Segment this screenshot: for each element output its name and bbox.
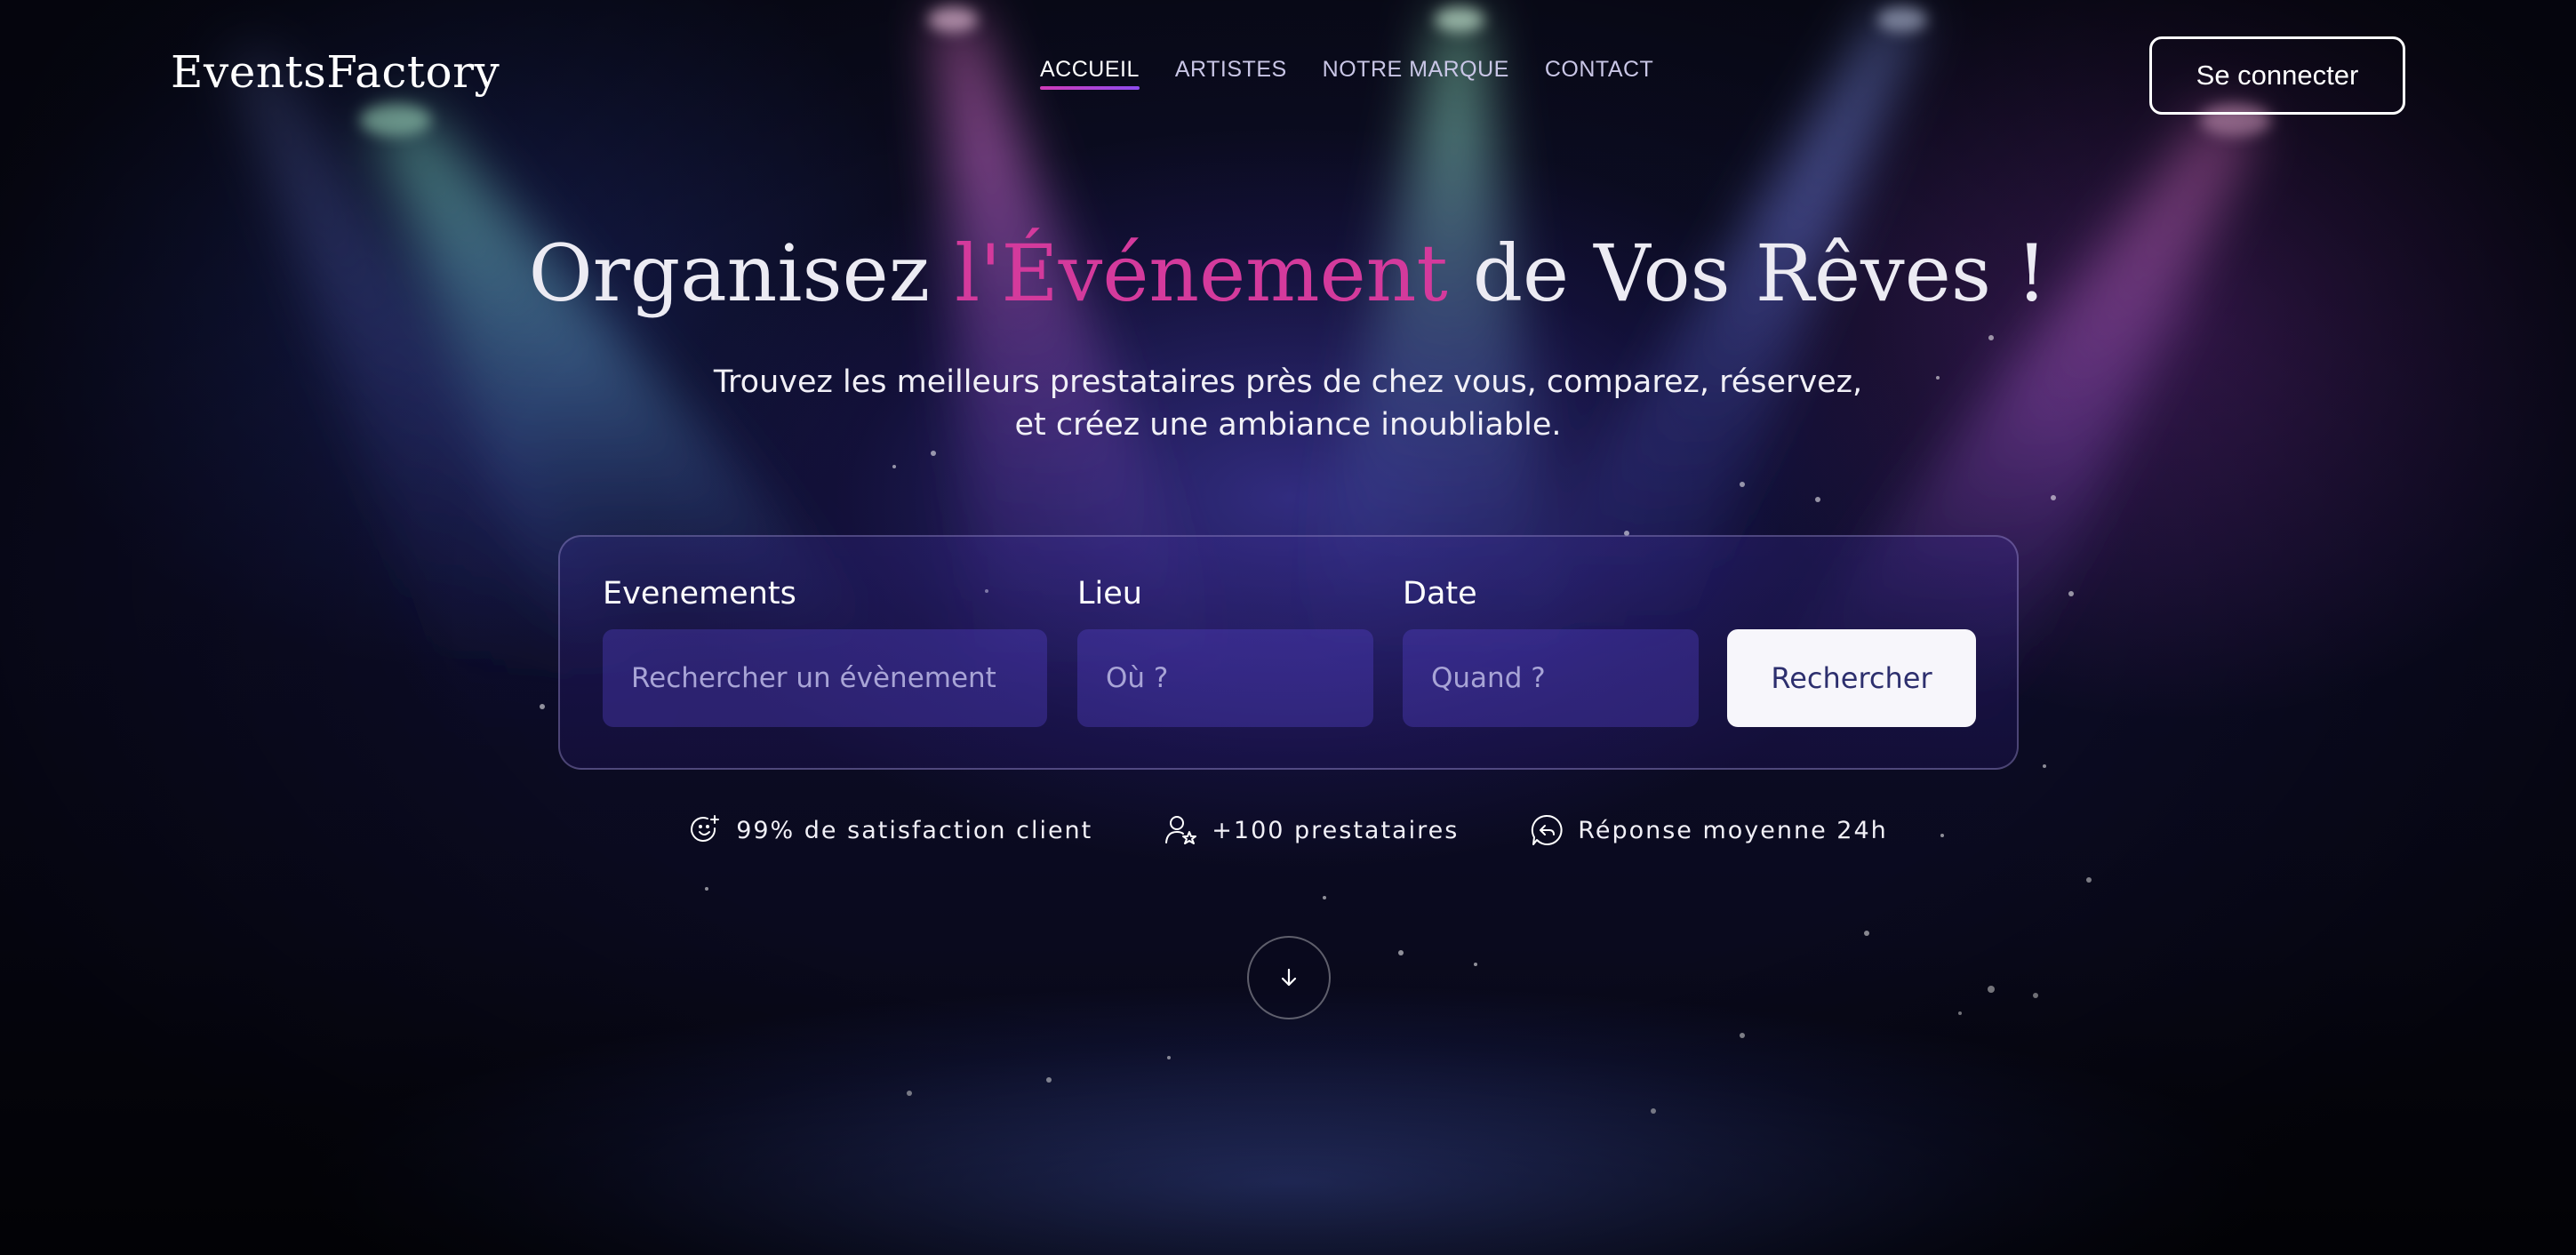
hero-subtitle-line2: et créez une ambiance inoubliable. bbox=[1014, 407, 1562, 443]
scroll-down-button[interactable] bbox=[1247, 936, 1331, 1019]
login-button[interactable]: Se connecter bbox=[2149, 36, 2405, 115]
nav-item-notre-marque[interactable]: NOTRE MARQUE bbox=[1323, 57, 1509, 90]
hero-title-part2: de Vos Rêves ! bbox=[1447, 228, 2048, 319]
date-input[interactable] bbox=[1403, 629, 1699, 727]
nav-item-artistes[interactable]: ARTISTES bbox=[1175, 57, 1287, 90]
arrow-down-icon bbox=[1281, 968, 1297, 987]
brand-logo[interactable]: EventsFactory bbox=[171, 46, 500, 98]
event-search-input[interactable] bbox=[603, 629, 1047, 727]
main-nav: ACCUEIL ARTISTES NOTRE MARQUE CONTACT bbox=[1040, 57, 1653, 90]
date-field-label: Date bbox=[1403, 576, 1477, 612]
stat-satisfaction-text: 99% de satisfaction client bbox=[736, 816, 1093, 844]
stat-response: Réponse moyenne 24h bbox=[1530, 812, 1888, 848]
smile-plus-icon bbox=[691, 815, 720, 842]
search-button[interactable]: Rechercher bbox=[1727, 629, 1976, 727]
hero-title-accent: l'Événement bbox=[955, 228, 1448, 319]
nav-item-accueil[interactable]: ACCUEIL bbox=[1040, 57, 1140, 90]
hero-subtitle-line1: Trouvez les meilleurs prestataires près … bbox=[713, 364, 1863, 400]
place-field-label: Lieu bbox=[1077, 576, 1142, 612]
hero-title-part1: Organisez bbox=[528, 228, 956, 319]
reply-bubble-icon bbox=[1532, 814, 1563, 845]
hero-title: Organisez l'Événement de Vos Rêves ! bbox=[0, 228, 2576, 319]
stat-response-text: Réponse moyenne 24h bbox=[1578, 816, 1888, 844]
stat-providers-text: +100 prestataires bbox=[1212, 816, 1460, 844]
hero-subtitle: Trouvez les meilleurs prestataires près … bbox=[0, 361, 2576, 446]
nav-item-contact[interactable]: CONTACT bbox=[1545, 57, 1653, 90]
place-input[interactable] bbox=[1077, 629, 1373, 727]
search-panel: Evenements Lieu Date Rechercher bbox=[558, 535, 2019, 770]
event-field-label: Evenements bbox=[603, 576, 796, 612]
stat-providers: +100 prestataires bbox=[1164, 812, 1459, 848]
stats-row: 99% de satisfaction client +100 prestata… bbox=[0, 812, 2576, 848]
user-star-icon bbox=[1165, 816, 1197, 844]
stat-satisfaction: 99% de satisfaction client bbox=[688, 812, 1092, 848]
